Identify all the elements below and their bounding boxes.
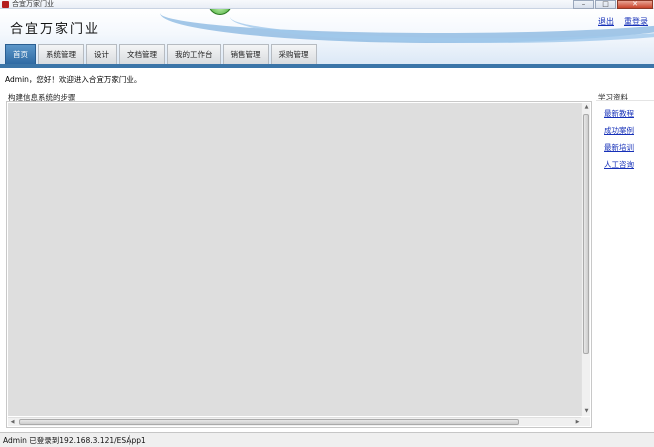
app-icon xyxy=(2,1,9,8)
welcome-message: Admin，您好！欢迎进入合宜万家门业。 xyxy=(5,75,142,84)
status-separator xyxy=(129,435,130,445)
tab-underline xyxy=(0,64,654,68)
link-manual-consultation[interactable]: 人工咨询 xyxy=(604,161,634,169)
logout-link[interactable]: 退出 xyxy=(598,16,614,27)
minimize-button[interactable]: – xyxy=(573,0,594,9)
header-links: 退出 重登录 xyxy=(598,16,648,27)
vertical-scrollbar[interactable]: ▲ ▼ xyxy=(581,103,590,416)
main-tabs: 首页 系统管理 设计 文档管理 我的工作台 销售管理 采购管理 xyxy=(5,44,317,64)
maximize-button[interactable]: □ xyxy=(595,0,616,9)
link-success-cases[interactable]: 成功案例 xyxy=(604,127,634,135)
horizontal-scroll-thumb[interactable] xyxy=(19,419,519,425)
tab-sales-management[interactable]: 销售管理 xyxy=(222,44,269,64)
link-latest-tutorials[interactable]: 最新教程 xyxy=(604,110,634,118)
sidebar-title: 学习资料 xyxy=(598,93,628,102)
company-name: 合宜万家门业 xyxy=(10,22,101,37)
relogin-link[interactable]: 重登录 xyxy=(624,16,648,27)
tab-system-management[interactable]: 系统管理 xyxy=(38,44,84,64)
tab-home[interactable]: 首页 xyxy=(5,44,36,64)
scroll-down-icon[interactable]: ▼ xyxy=(582,407,591,416)
main-panel-content xyxy=(8,103,582,416)
tab-design[interactable]: 设计 xyxy=(86,44,117,64)
link-latest-training[interactable]: 最新培训 xyxy=(604,144,634,152)
scroll-left-icon[interactable]: ◀ xyxy=(8,418,17,427)
status-bar: Admin 已登录到192.168.3.121/ESApp1 xyxy=(0,432,654,447)
main-panel: ▲ ▼ ◀ ▶ xyxy=(6,101,592,428)
window-controls: – □ ✕ xyxy=(572,0,653,9)
tab-my-workbench[interactable]: 我的工作台 xyxy=(167,44,221,64)
sidebar-divider xyxy=(596,100,654,101)
tab-document-management[interactable]: 文档管理 xyxy=(119,44,165,64)
close-button[interactable]: ✕ xyxy=(617,0,653,9)
scrollbar-corner xyxy=(581,417,590,426)
window-titlebar: 合宜万家门业 – □ ✕ xyxy=(0,0,654,9)
status-text: Admin 已登录到192.168.3.121/ESApp1 xyxy=(3,436,146,445)
horizontal-scrollbar[interactable]: ◀ ▶ xyxy=(8,417,582,426)
tab-purchase-management[interactable]: 采购管理 xyxy=(270,44,317,64)
window-title: 合宜万家门业 xyxy=(12,0,54,8)
sidebar-links: 最新教程 成功案例 最新培训 人工咨询 xyxy=(604,110,634,169)
scroll-up-icon[interactable]: ▲ xyxy=(582,103,591,112)
vertical-scroll-thumb[interactable] xyxy=(583,114,589,354)
